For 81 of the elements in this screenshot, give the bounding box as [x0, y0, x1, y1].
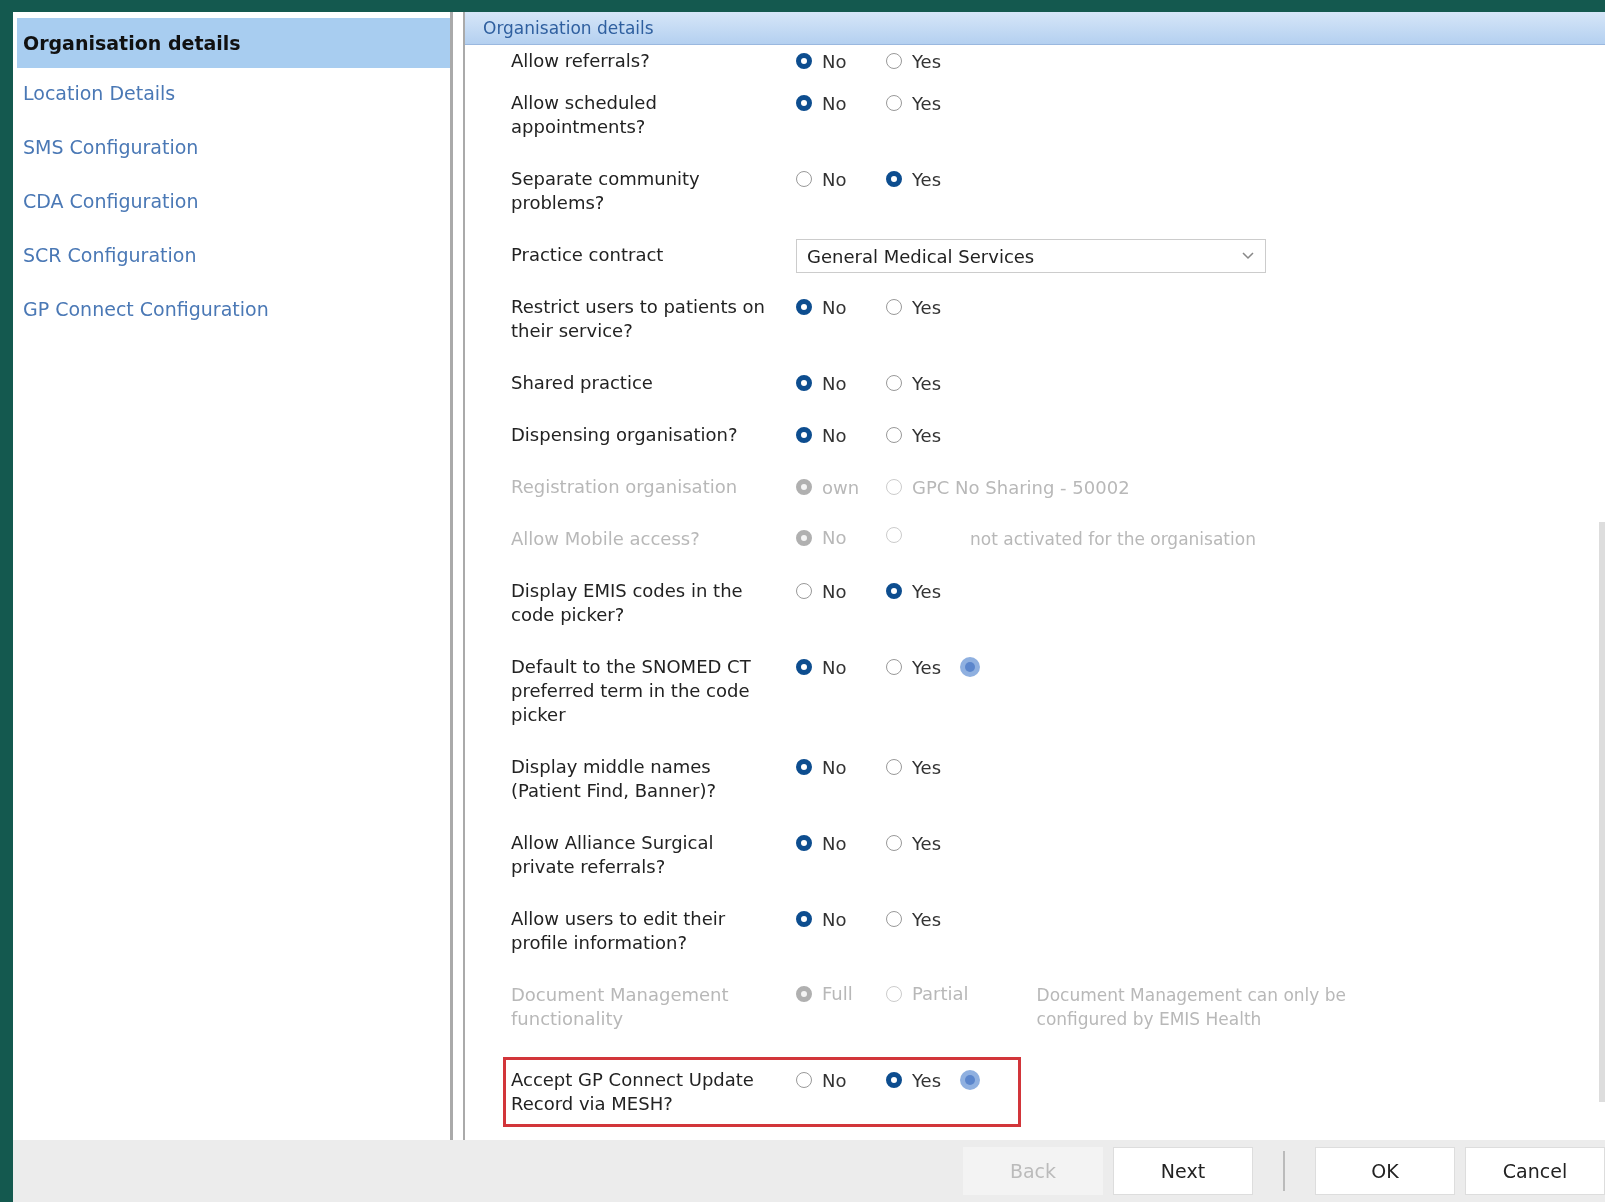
dialog-button[interactable]: Cancel — [1465, 1147, 1605, 1195]
setting-label: Separate community problems? — [511, 167, 701, 215]
sidebar-item[interactable]: CDA Configuration — [17, 186, 450, 216]
setting-label: Allow users to edit their profile information? — [511, 907, 727, 955]
sidebar-item[interactable]: Location Details — [17, 78, 450, 108]
option-label[interactable]: Yes — [912, 424, 942, 446]
setting-label: Default to the SNOMED CT preferred term in the code picker — [511, 655, 752, 727]
radio-button[interactable] — [796, 911, 812, 927]
setting-label: Allow Alliance Surgical private referrals? — [511, 831, 715, 879]
radio-button[interactable] — [796, 95, 812, 111]
option-label[interactable]: Yes — [912, 832, 942, 854]
radio-button[interactable] — [886, 659, 902, 675]
option-label[interactable]: No — [822, 756, 847, 778]
radio-button[interactable] — [796, 759, 812, 775]
option-label[interactable]: No — [822, 908, 847, 930]
setting-label: Document Management functionality — [511, 983, 730, 1031]
radio-button[interactable] — [796, 1072, 812, 1088]
dialog-button[interactable]: OK — [1315, 1147, 1455, 1195]
radio-button[interactable] — [796, 427, 812, 443]
setting-label: Practice contract — [511, 243, 665, 267]
caret-icon — [1241, 251, 1255, 261]
help-icon[interactable] — [959, 1069, 982, 1091]
option-label[interactable]: Yes — [912, 296, 942, 318]
scrollbar[interactable] — [1599, 522, 1605, 1102]
option-label[interactable]: Yes — [912, 92, 942, 114]
option-label[interactable]: No — [822, 92, 847, 114]
radio-button[interactable] — [796, 171, 812, 187]
option-label[interactable]: Yes — [912, 50, 942, 72]
setting-label: Accept GP Connect Update Record via MESH? — [511, 1068, 755, 1116]
radio-button[interactable] — [796, 835, 812, 851]
setting-label: Registration organisation — [511, 475, 739, 499]
setting-label: Display EMIS codes in the code picker? — [511, 579, 744, 627]
option-label[interactable]: Yes — [912, 372, 942, 394]
radio-button[interactable] — [796, 659, 812, 675]
sidebar-item[interactable]: GP Connect Configuration — [17, 294, 450, 324]
sidebar-item[interactable]: Organisation details — [17, 18, 450, 68]
option-label[interactable]: No — [822, 168, 847, 190]
option-label[interactable]: Yes — [912, 656, 942, 678]
radio-button[interactable] — [796, 583, 812, 599]
option-label[interactable]: Yes — [912, 756, 942, 778]
note-text: not activated for the organisation — [970, 528, 1256, 551]
option-label[interactable]: Yes — [912, 1069, 942, 1091]
radio-button[interactable] — [886, 375, 902, 391]
setting-label: Allow referrals? — [511, 49, 651, 73]
option-label[interactable]: No — [822, 1069, 847, 1091]
setting-label: Shared practice — [511, 371, 654, 395]
setting-label: Allow Mobile access? — [511, 527, 701, 551]
option-label[interactable]: No — [822, 832, 847, 854]
option-label[interactable]: No — [822, 580, 847, 602]
radio-button[interactable] — [886, 583, 902, 599]
contract-dropdown[interactable]: General Medical Services — [796, 239, 1266, 273]
note-text: Document Management can only be configured by EMIS Health — [1036, 984, 1347, 1031]
radio-button[interactable] — [886, 1072, 902, 1088]
radio-button[interactable] — [886, 53, 902, 69]
radio-button[interactable] — [886, 171, 902, 187]
option-label[interactable]: No — [822, 372, 847, 394]
option-label[interactable]: No — [822, 424, 847, 446]
radio-button[interactable] — [796, 299, 812, 315]
option-label[interactable]: Yes — [912, 580, 942, 602]
option-label[interactable]: No — [822, 296, 847, 318]
setting-label: Restrict users to patients on their service? — [511, 295, 766, 343]
help-icon[interactable] — [959, 656, 982, 678]
sidebar-item[interactable]: SCR Configuration — [17, 240, 450, 270]
setting-label: Allow scheduled appointments? — [511, 91, 658, 139]
radio-button[interactable] — [886, 911, 902, 927]
option-label[interactable]: No — [822, 656, 847, 678]
radio-button[interactable] — [886, 759, 902, 775]
option-label[interactable]: Yes — [912, 168, 942, 190]
radio-button[interactable] — [886, 835, 902, 851]
option-label[interactable]: No — [822, 50, 847, 72]
radio-button[interactable] — [886, 299, 902, 315]
radio-button[interactable] — [886, 427, 902, 443]
sidebar-item[interactable]: SMS Configuration — [17, 132, 450, 162]
radio-button[interactable] — [796, 375, 812, 391]
radio-button[interactable] — [796, 53, 812, 69]
option-label[interactable]: Yes — [912, 908, 942, 930]
setting-label: Dispensing organisation? — [511, 423, 739, 447]
panel-header: Organisation details — [465, 12, 1605, 45]
dialog-button[interactable]: Next — [1113, 1147, 1253, 1195]
setting-label: Display middle names (Patient Find, Banner)? — [511, 755, 717, 803]
radio-button[interactable] — [886, 95, 902, 111]
